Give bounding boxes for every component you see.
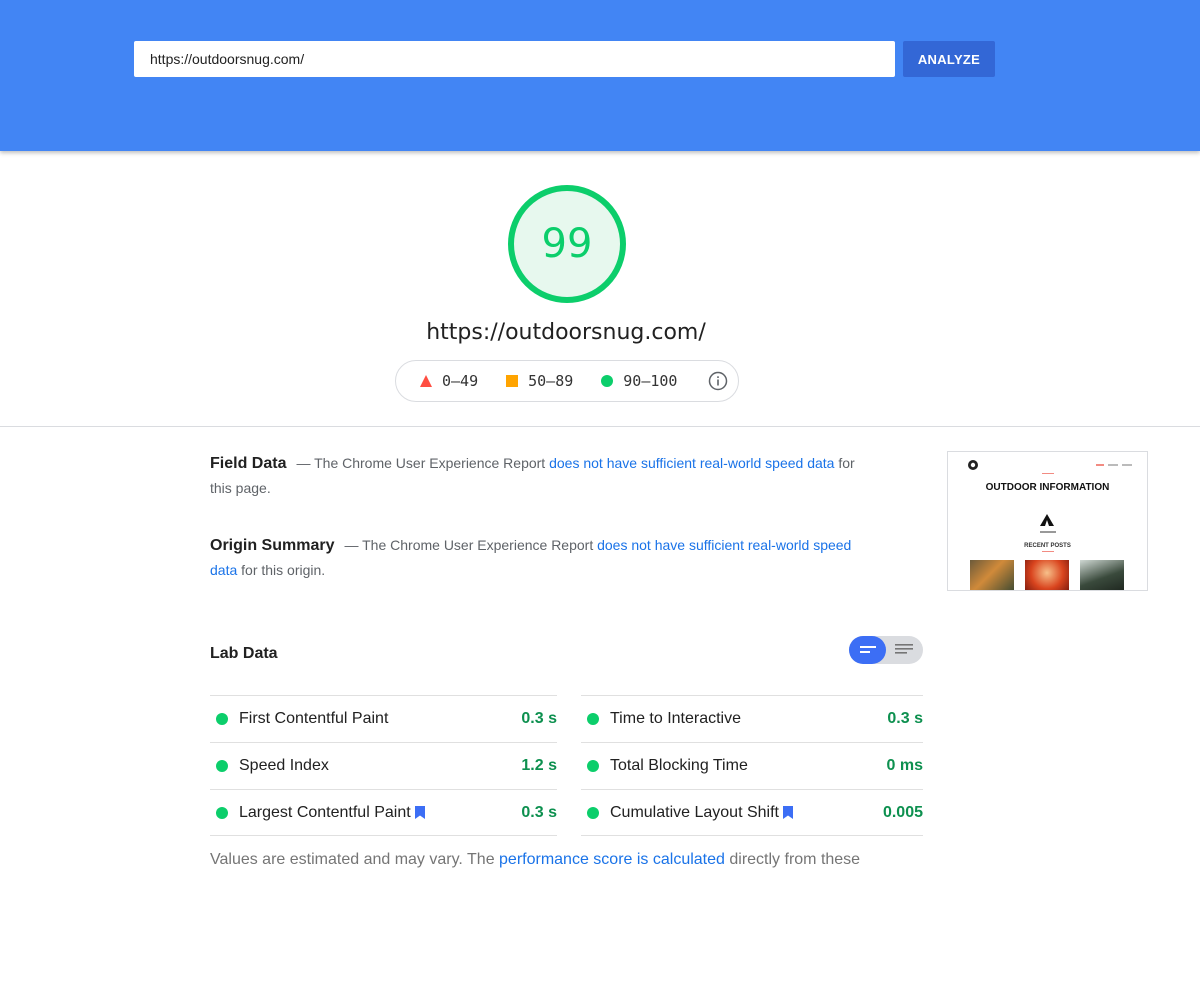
pass-dot-icon [587,713,599,725]
thumb-accent-line [1042,473,1054,474]
thumb-nav-item [1108,464,1118,466]
legend-fail-label: 0–49 [442,372,479,390]
metric-value: 0.3 s [521,710,557,727]
view-toggle[interactable] [849,636,923,664]
legend-average-label: 50–89 [528,372,574,390]
pass-dot-icon [216,760,228,772]
origin-summary-section: Origin Summary — The Chrome User Experien… [210,533,860,583]
origin-summary-title: Origin Summary [210,537,335,554]
bookmark-icon [414,806,425,819]
score-legend: 0–49 50–89 90–100 [395,360,739,402]
compact-view-icon [860,646,876,653]
analyzed-url: https://outdoorsnug.com/ [426,320,706,345]
metric-value: 0.3 s [521,803,557,821]
tent-icon [1040,514,1054,526]
thumb-post-image [1025,560,1069,590]
url-input[interactable] [134,41,895,77]
metric-name: Time to Interactive [610,710,742,727]
analyze-button[interactable]: ANALYZE [903,41,995,77]
metric-speed-index: Speed Index 1.2 s [210,742,557,789]
legend-average: 50–89 [506,372,573,390]
expanded-view-icon[interactable] [895,644,913,656]
bookmark-icon [782,806,793,819]
metric-name: Total Blocking Time [610,757,748,774]
pass-dot-icon [587,806,599,819]
legend-pass: 90–100 [601,372,677,390]
metric-value: 0.005 [882,803,923,821]
metric-name: First Contentful Paint [239,710,389,727]
thumb-recent-posts: RECENT POSTS [1024,543,1071,549]
site-logo-icon [968,460,978,470]
thumb-accent-line [1042,551,1054,552]
metrics-right-column: Time to Interactive 0.3 s Total Blocking… [581,695,923,836]
metric-value: 1.2 s [521,757,557,774]
metric-cumulative-layout-shift: Cumulative Layout Shift 0.005 [581,789,923,836]
pass-dot-icon [216,806,228,819]
legend-pass-label: 90–100 [623,372,678,390]
triangle-icon [420,375,432,387]
footnote-text-end: directly from these [724,851,861,868]
footnote-text: Values are estimated and may vary. The [210,851,500,868]
metric-first-contentful-paint: First Contentful Paint 0.3 s [210,695,557,742]
metric-value: 0.3 s [887,710,923,727]
metric-largest-contentful-paint: Largest Contentful Paint 0.3 s [210,789,557,836]
legend-fail: 0–49 [420,372,478,390]
metric-total-blocking-time: Total Blocking Time 0 ms [581,742,923,789]
performance-score: 99 [541,221,593,267]
pass-dot-icon [587,760,599,772]
field-data-link[interactable]: does not have sufficient real-world spee… [549,455,834,471]
metric-time-to-interactive: Time to Interactive 0.3 s [581,695,923,742]
field-data-section: Field Data — The Chrome User Experience R… [210,451,860,501]
info-icon[interactable] [708,371,728,391]
lab-data-title: Lab Data [210,645,278,662]
performance-score-link[interactable]: performance score is calculated [499,851,725,868]
header-bar: ANALYZE [0,0,1200,151]
metric-name: Cumulative Layout Shift [610,803,779,821]
lab-data-footnote: Values are estimated and may vary. The p… [210,849,910,880]
metrics-left-column: First Contentful Paint 0.3 s Speed Index… [210,695,557,836]
pass-dot-icon [216,713,228,725]
metric-name: Speed Index [239,757,329,774]
thumb-site-title: OUTDOOR INFORMATION [985,482,1110,493]
field-data-title: Field Data [210,455,287,472]
origin-summary-text-end: for this origin. [237,562,326,578]
metric-name: Largest Contentful Paint [239,803,411,821]
square-icon [506,375,519,387]
thumb-nav-active [1096,464,1104,466]
field-data-text: — The Chrome User Experience Report [296,455,550,471]
metric-value: 0 ms [886,757,923,774]
thumb-post-image [970,560,1014,590]
section-divider [0,426,1200,427]
thumb-caption-line [1040,531,1056,533]
thumb-post-image [1080,560,1124,590]
thumb-nav-item [1122,464,1132,466]
origin-summary-text: — The Chrome User Experience Report [344,537,598,553]
circle-icon [601,375,614,387]
page-screenshot-thumbnail: OUTDOOR INFORMATION RECENT POSTS [947,451,1148,591]
